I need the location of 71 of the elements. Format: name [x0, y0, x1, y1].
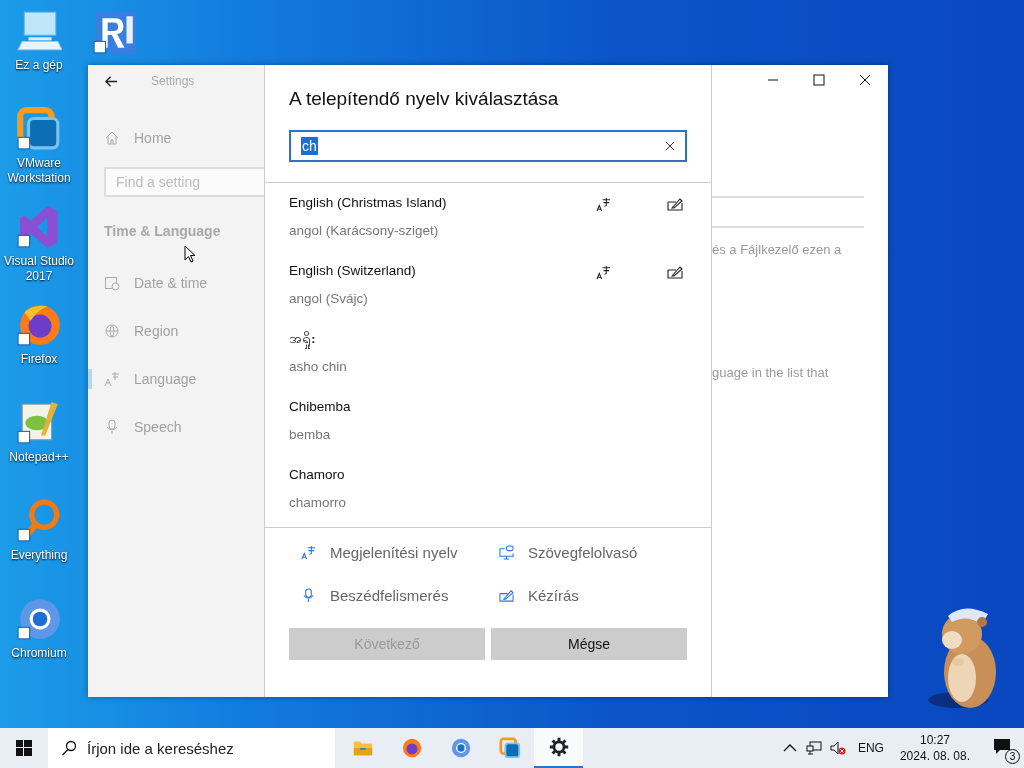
settings-taskbar-button[interactable] — [534, 728, 583, 768]
desktop-icon-label[interactable]: Visual Studio 2017 — [0, 254, 78, 284]
microphone-icon — [301, 588, 316, 603]
dialog-title: A telepítendő nyelv kiválasztása — [289, 88, 560, 110]
display-language-icon — [596, 265, 611, 280]
taskbar-search-field[interactable]: Írjon ide a kereséshez — [87, 728, 327, 768]
notification-icon[interactable] — [992, 736, 1012, 756]
globe-icon — [104, 323, 120, 339]
language-name: English (Christmas Island) — [289, 195, 447, 211]
desktop-icon-label[interactable]: VMware Workstation — [0, 156, 78, 186]
feature-label: Beszédfelismerés — [330, 587, 449, 604]
feature-label: Szövegfelolvasó — [528, 544, 638, 561]
desktop-icon-label[interactable]: Ez a gép — [15, 58, 63, 73]
language-list-item[interactable]: Chibemba bemba — [265, 387, 711, 455]
settings-icon — [547, 736, 570, 758]
desktop-icon-label[interactable]: Chromium — [11, 646, 67, 661]
language-list-item[interactable]: အရှိုး asho chin — [265, 319, 711, 387]
language-list-item[interactable]: English (Switzerland) angol (Svájc) — [265, 251, 711, 319]
microphone-icon — [104, 419, 120, 435]
notification-count: 3 — [1005, 749, 1020, 764]
feature-label: Kézírás — [528, 587, 579, 604]
handwriting-icon — [667, 265, 683, 279]
language-name: Chibemba — [289, 399, 351, 415]
display-language-icon — [301, 545, 316, 560]
handwriting-icon — [667, 197, 683, 211]
language-icon — [104, 371, 120, 387]
nav-item[interactable]: Speech — [88, 403, 264, 451]
taskbar-search-box[interactable]: Írjon ide a kereséshez — [48, 728, 335, 768]
magnifier-icon[interactable] — [16, 498, 62, 544]
language-list-item[interactable]: Chamoro chamorro — [265, 455, 711, 523]
firefox-icon[interactable] — [16, 302, 62, 348]
desktop-icon-label[interactable]: Notepad++ — [9, 450, 69, 465]
mouse-pointer-icon — [184, 245, 196, 263]
description-text: guage in the list that — [712, 365, 830, 380]
clear-icon[interactable] — [665, 141, 675, 151]
language-native-name: bemba — [289, 427, 332, 443]
window-title: Settings — [151, 74, 195, 88]
chromium-icon — [449, 737, 472, 759]
language-search-field[interactable]: ch — [289, 130, 687, 162]
language-native-name: angol (Svájc) — [289, 291, 369, 307]
language-name: English (Switzerland) — [289, 263, 416, 279]
section-heading: Time & Language — [104, 223, 222, 239]
desktop-icon-label[interactable]: Everything — [10, 548, 68, 563]
clock[interactable]: 10:27 2024. 08. 08. — [899, 732, 970, 764]
language-native-name: angol (Karácsony-sziget) — [289, 223, 440, 239]
home-icon — [104, 130, 120, 146]
handwriting-icon — [499, 588, 514, 603]
desktop-icon-label[interactable]: Firefox — [20, 352, 58, 367]
nav-item[interactable]: Region — [88, 307, 264, 355]
nav-item[interactable]: Date & time — [88, 259, 264, 307]
network-icon[interactable] — [805, 740, 822, 756]
cancel-button[interactable]: Mégse — [491, 628, 687, 660]
language-native-name: chamorro — [289, 495, 347, 511]
vmware-icon — [498, 737, 521, 759]
firefox-icon — [400, 737, 423, 759]
feature-label: Megjelenítési nyelv — [330, 544, 458, 561]
volume-muted-icon[interactable] — [829, 740, 846, 756]
input-language-indicator[interactable]: ENG — [857, 741, 884, 755]
chromium-icon[interactable] — [16, 596, 62, 642]
nav-item[interactable]: Language — [88, 355, 264, 403]
search-icon — [61, 740, 77, 756]
description-text: és a Fájlkezelő ezen a — [712, 242, 843, 257]
calendar-clock-icon — [104, 275, 120, 291]
display-language-icon — [596, 197, 611, 212]
vnc-icon[interactable] — [92, 10, 138, 56]
home-link[interactable]: Home — [88, 113, 264, 163]
vmware-icon[interactable] — [16, 106, 62, 152]
speech-bubble-monitor-icon — [499, 545, 514, 560]
language-name: Chamoro — [289, 467, 346, 483]
language-name: အရှိုး — [289, 331, 347, 347]
language-native-name: asho chin — [289, 359, 347, 375]
